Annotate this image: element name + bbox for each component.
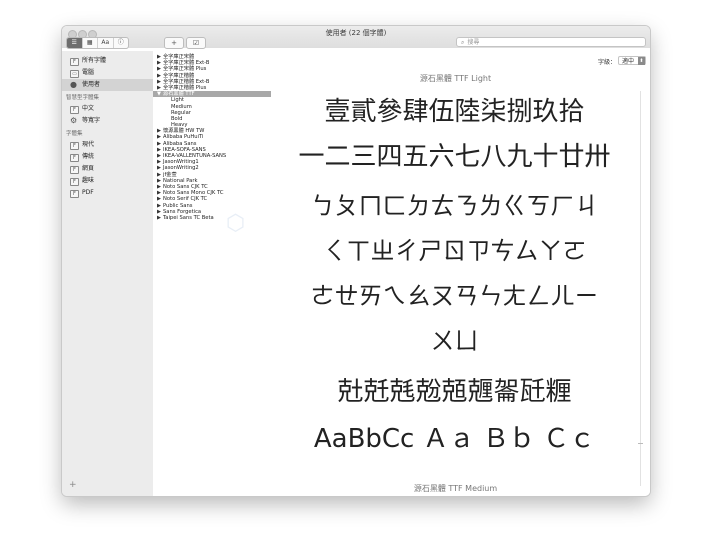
preview-line: 兙兛兞兝兡兣嗧瓩糎 [337, 377, 572, 407]
sidebar-item-label: 趣味 [82, 177, 95, 184]
sidebar-item-label: 現代 [82, 141, 95, 148]
font-family-label: Sans Forgetica [163, 208, 202, 215]
font-family-label: Alibaba PuHuiTi [163, 134, 204, 141]
sidebar: F 所有字體 ▭ 電腦 ● 使用者 智慧型字體集 F 中文 ⚙ 等寬字 字體集 … [62, 51, 154, 496]
add-collection-button[interactable]: + [69, 480, 77, 490]
sidebar-item-label: 電腦 [82, 69, 95, 76]
sidebar-item-label: 傳統 [82, 153, 95, 160]
sidebar-item-traditional[interactable]: F 傳統 [62, 151, 153, 163]
collection-icon: F [70, 106, 79, 114]
user-icon: ● [70, 80, 77, 89]
preview-scroll-knob[interactable] [638, 443, 643, 444]
next-face-title: 源石黑體 TTF Medium [413, 484, 498, 493]
search-field[interactable]: ⌕ 搜尋 [456, 37, 646, 47]
font-family-list: ▶ 全字庫正宋體 ▶ 全字庫正宋體 Ext-B ▶ 全字庫正宋體 Plus ▶ 全字庫正楷體 ▶… [153, 51, 272, 496]
sample-view-button[interactable]: Aa [98, 38, 114, 48]
search-icon: ⌕ [461, 39, 465, 46]
computer-icon: ▭ [70, 70, 79, 78]
font-family-label: Public Sans [163, 202, 193, 209]
sidebar-item-label: 網頁 [82, 165, 95, 172]
font-family-label: Noto Sans Mono CJK TC [163, 190, 224, 197]
toolbar: ☰ ▦ Aa ⓘ + ☑ ⌕ 搜尋 [62, 37, 650, 51]
collection-icon: F [70, 154, 79, 162]
preview-line: ㄑㄒㄓㄔㄕㄖㄗㄘㄙㄚㄛ [322, 237, 587, 265]
title-bar: 使用者 (22 個字體) ☰ ▦ Aa ⓘ + ☑ ⌕ 搜尋 [62, 26, 650, 51]
view-mode-segmented-control: ☰ ▦ Aa ⓘ [66, 37, 129, 49]
font-family-label: Alibaba Sans [163, 140, 197, 147]
font-family-label: 全字庫正宋體 Plus [163, 66, 207, 73]
font-family-label: IKEA-SOFA-SANS [163, 146, 206, 153]
font-family-label: National Park [163, 177, 198, 184]
size-select-value: 適中 [622, 58, 635, 65]
add-font-button[interactable]: + [164, 37, 184, 49]
collection-icon: F [70, 190, 79, 198]
chevron-updown-icon: ⬍ [638, 57, 645, 65]
preview-scrollbar[interactable] [640, 91, 641, 486]
collections-heading: 字體集 [66, 131, 83, 137]
validate-font-button[interactable]: ☑ [186, 37, 206, 49]
font-family-label: JasonWriting2 [163, 165, 199, 172]
info-view-button[interactable]: ⓘ [114, 38, 129, 48]
face-title: 源石黑體 TTF Light [419, 74, 492, 83]
sidebar-item-label: 中文 [82, 105, 95, 112]
sidebar-item-label: 使用者 [82, 81, 101, 88]
collection-icon: F [70, 166, 79, 174]
sidebar-item-all-fonts[interactable]: F 所有字體 [62, 55, 153, 67]
size-select[interactable]: 適中 ⬍ [618, 56, 646, 65]
preview-line: AaBbCc Ａａ Ｂｂ Ｃｃ [313, 424, 596, 454]
font-family-label: Noto Serif CJK TC [163, 196, 208, 203]
collection-icon: F [70, 142, 79, 150]
font-family-label: 源石黑體 TTF [163, 91, 195, 98]
sidebar-item-label: 等寬字 [82, 117, 101, 124]
font-book-icon: F [70, 58, 79, 66]
gear-icon: ⚙ [70, 116, 78, 125]
size-label: 字級： [597, 59, 616, 66]
sidebar-item-label: 所有字體 [82, 57, 107, 64]
font-family-label: Taipei Sans TC Beta [163, 214, 214, 221]
sidebar-item-label: PDF [82, 189, 94, 196]
sidebar-item-computer[interactable]: ▭ 電腦 [62, 67, 153, 79]
font-family-label: 全字庫正楷體 Ext-B [163, 78, 210, 85]
sidebar-item-modern[interactable]: F 現代 [62, 139, 153, 151]
font-preview-pane: ⬡ 字級： 適中 ⬍ 源石黑體 TTF Light 壹貳參肆伍陸柒捌玖拾 一二三… [226, 51, 650, 496]
sidebar-item-pdf[interactable]: F PDF [62, 187, 153, 199]
preview-line: ㄅㄆㄇㄈㄉㄊㄋㄌㄍㄎㄏㄐ [310, 192, 599, 220]
font-family-label: 懷源黑體 HW TW [163, 128, 205, 135]
font-family-label: JasonWriting1 [163, 159, 199, 166]
font-book-window: 使用者 (22 個字體) ☰ ▦ Aa ⓘ + ☑ ⌕ 搜尋 F 所有字體 ▭ 電… [62, 26, 650, 496]
sidebar-item-fun[interactable]: F 趣味 [62, 175, 153, 187]
font-family-label: IKEA-VALLENTUNA-SANS [163, 153, 227, 159]
preview-line: ㄜㄝㄞㄟㄠㄡㄢㄣㄤㄥㄦㄧ [310, 282, 599, 310]
font-family-label: Noto Sans CJK TC [163, 183, 208, 190]
sidebar-item-web[interactable]: F 網頁 [62, 163, 153, 175]
preview-line: ㄨㄩ [430, 327, 479, 355]
sidebar-item-chinese[interactable]: F 中文 [62, 103, 153, 115]
preview-line: 壹貳參肆伍陸柒捌玖拾 [324, 97, 585, 127]
preview-line: 一二三四五六七八九十廿卅 [298, 142, 611, 172]
search-placeholder: 搜尋 [467, 39, 480, 46]
grid-view-button[interactable]: ▦ [83, 38, 98, 48]
sidebar-item-user[interactable]: ● 使用者 [62, 79, 153, 91]
list-view-button[interactable]: ☰ [67, 38, 83, 48]
font-family-row[interactable]: ▶ Taipei Sans TC Beta [153, 215, 271, 221]
font-family-label: jf金萱 [163, 171, 177, 178]
smart-collections-heading: 智慧型字體集 [66, 95, 100, 101]
sidebar-item-monospace[interactable]: ⚙ 等寬字 [62, 115, 153, 127]
collection-icon: F [70, 178, 79, 186]
font-family-label: 全字庫正楷體 [163, 72, 195, 79]
